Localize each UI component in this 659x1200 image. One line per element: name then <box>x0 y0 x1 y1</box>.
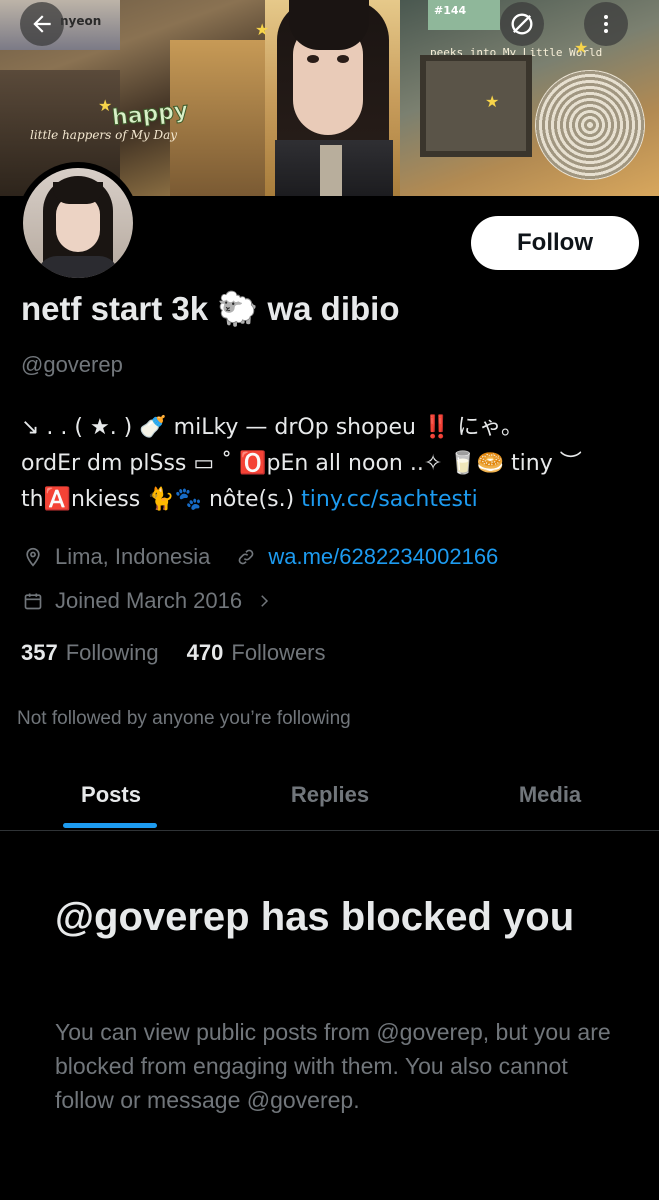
location-text: Lima, Indonesia <box>55 544 211 569</box>
tab-replies[interactable]: Replies <box>260 760 400 830</box>
bio-link[interactable]: tiny.cc/sachtesti <box>301 487 478 512</box>
banner-photo-tie <box>320 145 342 196</box>
banner-sticker-text: nyeon <box>60 14 102 28</box>
followers-link[interactable]: 470 Followers <box>187 640 326 666</box>
banner-photo-bangs <box>289 0 369 50</box>
banner-fan <box>535 70 645 180</box>
avatar-bangs <box>53 182 103 204</box>
profile-handle: @goverep <box>21 352 123 377</box>
blocked-icon <box>511 13 533 35</box>
follow-counts: 357 Following 470 Followers <box>21 640 326 666</box>
banner-panel-center: ★ <box>255 0 400 196</box>
star-sticker-icon: ★ <box>574 40 589 57</box>
follow-button[interactable]: Follow <box>471 216 639 270</box>
tab-posts[interactable]: Posts <box>40 760 182 830</box>
more-vertical-icon <box>604 15 608 33</box>
profile-bio: ↘ . . ( ★. ) 🍼 miLky — drOp shopeu ‼️ にゃ… <box>21 410 641 518</box>
chevron-right-icon <box>252 589 276 613</box>
profile-meta-location-row: Lima, Indonesia wa.me/6282234002166 <box>21 544 498 570</box>
blocked-description: You can view public posts from @goverep,… <box>55 1019 611 1113</box>
profile-tabs: Posts Replies Media <box>0 760 659 831</box>
bio-line-3: th🅰️nkiess 🐈🐾 nôte(s.) tiny.cc/sachtesti <box>21 482 641 518</box>
back-button[interactable] <box>20 2 64 46</box>
avatar[interactable] <box>17 162 139 284</box>
blocked-indicator-button[interactable] <box>500 2 544 46</box>
blocked-title: @goverep has blocked you <box>55 895 575 939</box>
following-count: 357 <box>21 640 58 665</box>
star-sticker-icon: ★ <box>98 98 113 115</box>
bio-line-2: ordEr dm plSss ▭ ˚ 🅾️pEn all noon ..✧ 🥛🥯… <box>21 451 582 476</box>
banner-sub-text: little happers of My Day <box>30 128 178 142</box>
avatar-body <box>37 256 119 278</box>
avatar-image <box>23 168 133 278</box>
bio-line-1: ↘ . . ( ★. ) 🍼 miLky — drOp shopeu ‼️ にゃ… <box>21 415 523 440</box>
not-followed-notice: Not followed by anyone you’re following <box>17 708 351 729</box>
active-tab-indicator <box>63 823 157 828</box>
avatar-face <box>56 196 100 252</box>
star-sticker-icon: ★ <box>255 22 270 39</box>
banner-photo-eye <box>307 55 319 63</box>
banner-photo-eye <box>337 55 349 63</box>
calendar-icon <box>21 589 45 613</box>
followers-label: Followers <box>231 640 326 665</box>
tab-media[interactable]: Media <box>480 760 620 830</box>
profile-meta-joined-row[interactable]: Joined March 2016 <box>21 588 286 614</box>
more-options-button[interactable] <box>584 2 628 46</box>
location-pin-icon <box>21 545 45 569</box>
link-icon <box>234 545 258 569</box>
display-name: netf start 3k 🐑 wa dibio <box>21 290 400 327</box>
arrow-left-icon <box>33 15 51 33</box>
joined-text: Joined March 2016 <box>55 588 243 613</box>
star-sticker-icon: ★ <box>485 94 500 111</box>
following-label: Following <box>65 640 159 665</box>
banner-tv <box>420 55 532 157</box>
following-link[interactable]: 357 Following <box>21 640 159 666</box>
bio-line-3-text: th🅰️nkiess 🐈🐾 nôte(s.) <box>21 487 302 512</box>
website-link[interactable]: wa.me/6282234002166 <box>268 544 498 570</box>
banner-blue-sticker: #144 <box>428 0 500 30</box>
followers-count: 470 <box>186 640 224 665</box>
